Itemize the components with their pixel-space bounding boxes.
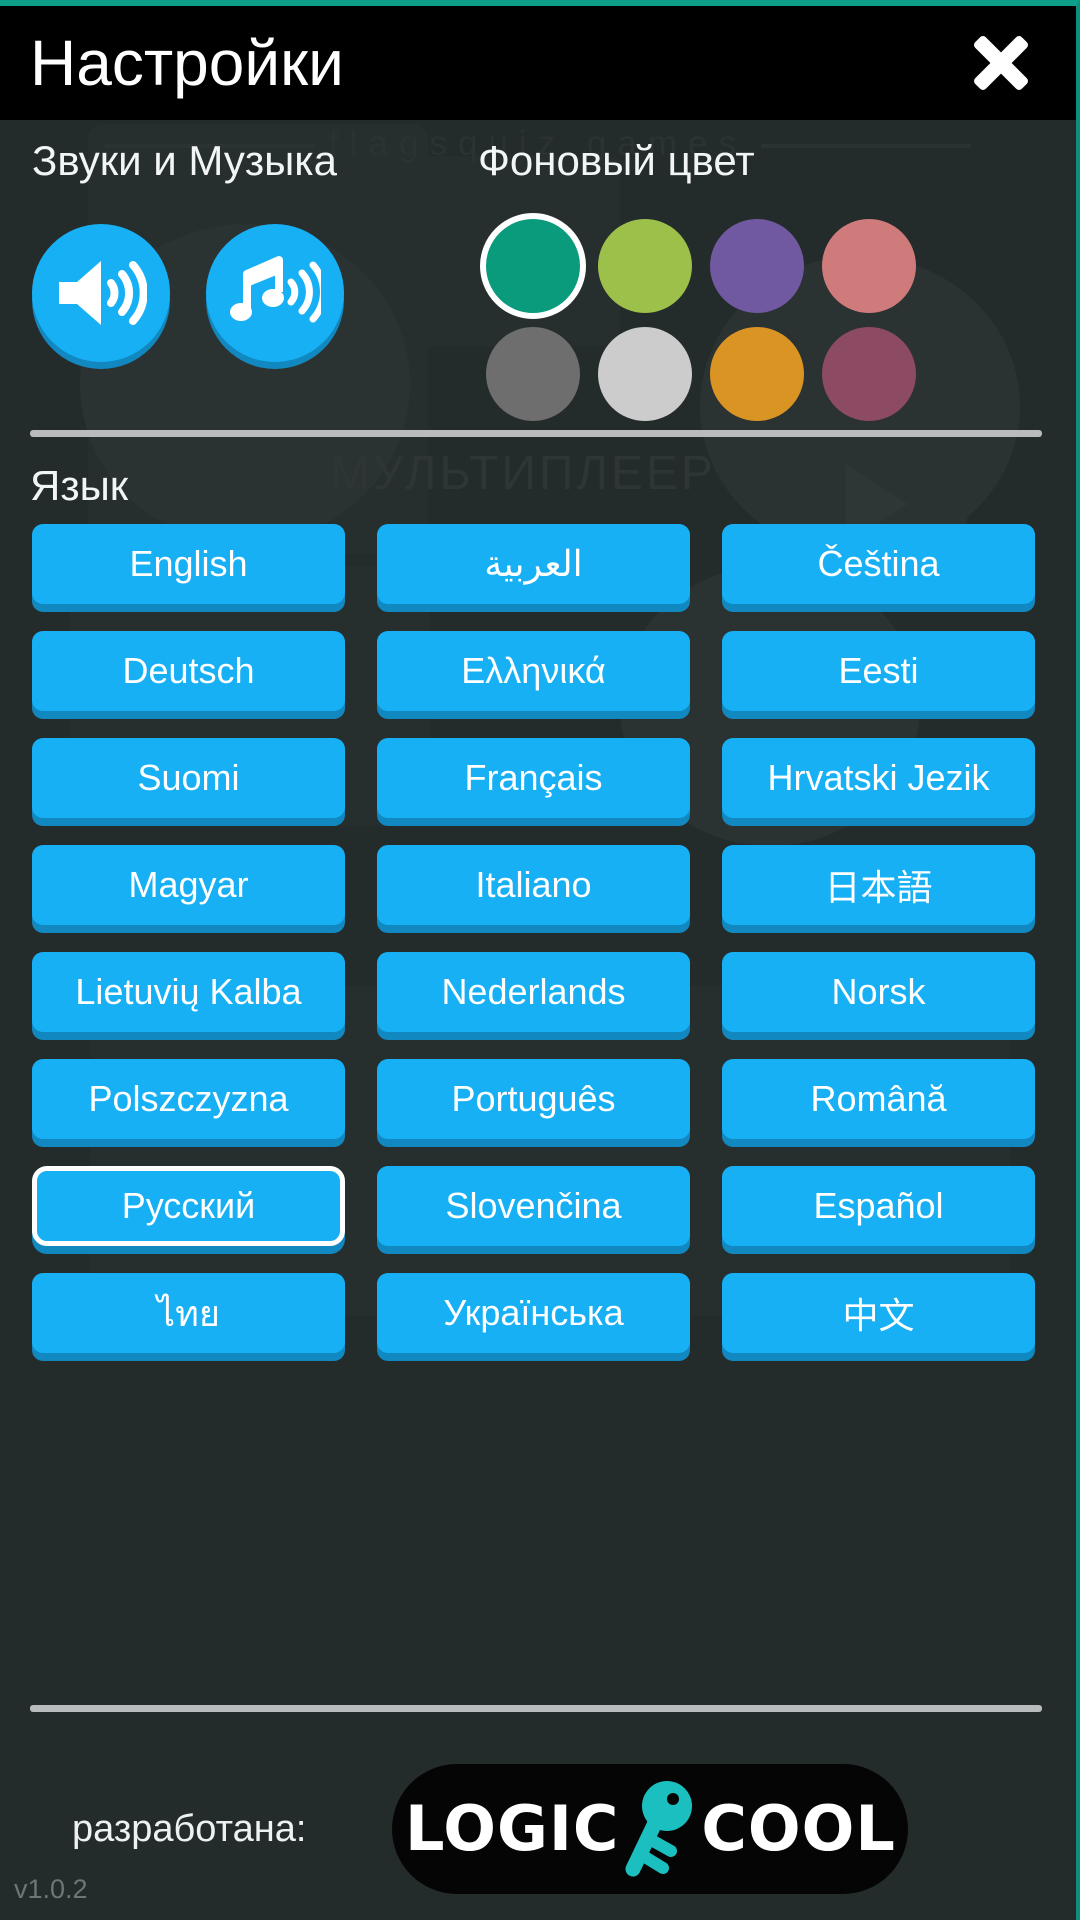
color-swatch-cell (478, 320, 588, 428)
page-title: Настройки (30, 27, 344, 99)
music-note-on-icon (230, 256, 321, 323)
language-button[interactable]: 中文 (722, 1273, 1035, 1353)
background-color-section: Фоновый цвет (400, 140, 1076, 428)
language-button[interactable]: Українська (377, 1273, 690, 1353)
color-swatch-gray[interactable] (486, 327, 580, 421)
settings-titlebar: Настройки (0, 6, 1076, 120)
sound-section: Звуки и Музыка (0, 140, 400, 428)
language-button[interactable]: Русский (32, 1166, 345, 1246)
language-button[interactable]: ไทย (32, 1273, 345, 1353)
divider-top (30, 430, 1042, 437)
language-section-title: Язык (30, 462, 129, 509)
color-swatch-plum[interactable] (822, 327, 916, 421)
color-section-title: Фоновый цвет (478, 137, 755, 184)
language-button[interactable]: Português (377, 1059, 690, 1139)
speaker-on-icon (59, 261, 147, 325)
language-button[interactable]: Polszczyzna (32, 1059, 345, 1139)
top-settings-row: Звуки и Музыка Фоновый цвет (0, 140, 1076, 428)
settings-content: Звуки и Музыка Фоновый цвет Язык English… (0, 120, 1076, 1920)
color-swatch-teal[interactable] (480, 213, 586, 319)
color-swatch-cell (814, 212, 924, 320)
language-button[interactable]: Slovenčina (377, 1166, 690, 1246)
language-button[interactable]: Deutsch (32, 631, 345, 711)
language-button[interactable]: Italiano (377, 845, 690, 925)
key-icon (625, 1781, 693, 1877)
app-version: v1.0.2 (14, 1874, 88, 1904)
language-button[interactable]: Ελληνικά (377, 631, 690, 711)
color-swatch-cell (590, 320, 700, 428)
divider-bottom (30, 1705, 1042, 1712)
color-swatch-cell (590, 212, 700, 320)
language-button[interactable]: Română (722, 1059, 1035, 1139)
logo-left-text: LOGIC (404, 1792, 620, 1865)
color-swatch-cell (478, 212, 588, 320)
language-button[interactable]: 日本語 (722, 845, 1035, 925)
color-swatch-amber[interactable] (710, 327, 804, 421)
color-swatch-light-gray[interactable] (598, 327, 692, 421)
sound-toggle-button[interactable] (32, 224, 170, 362)
color-swatch-cell (814, 320, 924, 428)
language-button[interactable]: Eesti (722, 631, 1035, 711)
footer: разработана: LOGIC COOL (0, 1744, 1076, 1914)
language-button[interactable]: Hrvatski Jezik (722, 738, 1035, 818)
language-button[interactable]: العربية (377, 524, 690, 604)
color-swatch-cell (702, 320, 812, 428)
language-button[interactable]: Norsk (722, 952, 1035, 1032)
close-icon[interactable] (960, 22, 1042, 104)
logiccool-logo[interactable]: LOGIC COOL (392, 1764, 909, 1894)
language-button[interactable]: Čeština (722, 524, 1035, 604)
language-grid: English العربية Čeština Deutsch Ελληνικά Eest… (32, 524, 1040, 1353)
music-toggle-button[interactable] (206, 224, 344, 362)
language-button[interactable]: Español (722, 1166, 1035, 1246)
language-button[interactable]: Français (377, 738, 690, 818)
language-button[interactable]: Suomi (32, 738, 345, 818)
color-swatch-cell (702, 212, 812, 320)
language-button[interactable]: Lietuvių Kalba (32, 952, 345, 1032)
color-swatch-grid (478, 212, 1076, 428)
sound-section-title: Звуки и Музыка (32, 137, 337, 184)
language-button[interactable]: English (32, 524, 345, 604)
developed-by-label: разработана: (72, 1807, 307, 1850)
language-button[interactable]: Magyar (32, 845, 345, 925)
settings-window: flagsquiz.games МУЛЬТИПЛЕЕР Настройки Зв… (0, 0, 1080, 1920)
language-button[interactable]: Nederlands (377, 952, 690, 1032)
color-swatch-yellow-green[interactable] (598, 219, 692, 313)
logo-right-text: COOL (701, 1792, 896, 1865)
sound-buttons (32, 224, 400, 362)
color-swatch-rose[interactable] (822, 219, 916, 313)
color-swatch-purple[interactable] (710, 219, 804, 313)
